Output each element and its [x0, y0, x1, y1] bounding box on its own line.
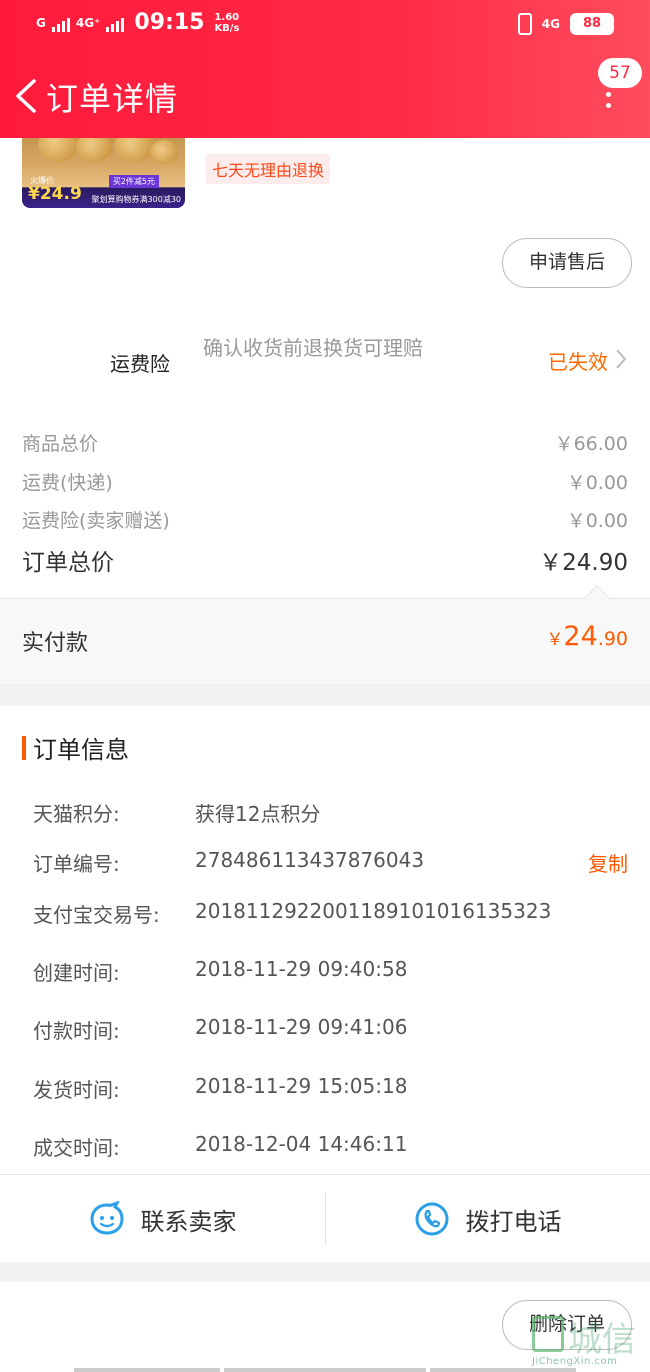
order-info-title: 订单信息: [33, 736, 129, 764]
signal-icon: [51, 14, 70, 32]
price-value: ￥66.00: [554, 432, 628, 455]
section-accent-bar: [22, 736, 26, 760]
info-value: 2018-11-29 15:05:18: [195, 1074, 408, 1098]
message-count-badge[interactable]: 57: [598, 58, 642, 88]
info-value: 278486113437876043: [195, 848, 425, 872]
product-promo-tag: 买2件减5元: [108, 175, 159, 188]
order-info-section: 订单信息 天猫积分: 获得12点积分 订单编号: 278486113437876…: [0, 706, 650, 1174]
price-label: 运费(快递): [22, 471, 113, 494]
cookie-shape: [114, 138, 154, 162]
watermark: 城信 JiChengXin.com: [528, 1310, 644, 1370]
info-value: 2018-11-29 09:41:06: [195, 1015, 408, 1039]
watermark-text: 城信: [568, 1320, 636, 1360]
phone-icon: [415, 1202, 448, 1236]
actual-payment-value: ￥24.90: [546, 621, 628, 652]
app-header: G 4G⁺ 09:15 1.60 KB/s 4G 88 订单详情 57: [0, 0, 650, 138]
freight-insurance-row[interactable]: 运费险 确认收货前退换货可理赔 已失效: [0, 298, 650, 408]
product-card: 火爆价 买2件减5元 ¥24.9 聚划算购物券满300减30 七天无理由退换 申…: [0, 138, 650, 298]
chevron-right-icon: [616, 349, 627, 369]
price-row-order-total: 订单总价 ￥24.90: [22, 541, 628, 579]
info-key: 天猫积分:: [33, 802, 120, 826]
signal-icon-2: [106, 14, 125, 32]
info-value: 2018-12-04 14:46:11: [195, 1132, 408, 1156]
insurance-label: 运费险: [110, 352, 170, 376]
currency-symbol: ￥: [546, 630, 564, 650]
info-key: 创建时间:: [33, 961, 120, 985]
price-row-goods: 商品总价 ￥66.00: [22, 423, 628, 461]
price-value: ￥0.00: [566, 509, 628, 532]
speed-unit: KB/s: [214, 22, 240, 34]
info-key: 发货时间:: [33, 1078, 120, 1102]
apply-after-sale-button[interactable]: 申请售后: [502, 238, 632, 288]
clock: 09:15: [134, 10, 205, 35]
info-key: 成交时间:: [33, 1136, 120, 1160]
back-arrow-icon[interactable]: [12, 78, 42, 114]
info-key: 订单编号:: [33, 852, 120, 876]
watermark-logo-icon: [532, 1316, 564, 1352]
contact-bar: 联系卖家 拨打电话: [0, 1174, 650, 1262]
return-policy-badge: 七天无理由退换: [206, 154, 331, 184]
cookie-shape: [76, 138, 112, 162]
network-type-left: 4G⁺: [75, 15, 101, 30]
insurance-description: 确认收货前退换货可理赔: [203, 336, 423, 360]
chat-bubble-icon: [89, 1201, 124, 1235]
contact-seller-label: 联系卖家: [140, 1207, 237, 1236]
info-key: 支付宝交易号:: [33, 903, 160, 927]
product-price: ¥24.9: [28, 184, 82, 204]
price-label: 运费险(卖家赠送): [22, 509, 170, 532]
call-phone-button[interactable]: 拨打电话: [325, 1175, 650, 1263]
info-row-created-time: 创建时间: 2018-11-29 09:40:58: [33, 957, 628, 987]
info-row-paid-time: 付款时间: 2018-11-29 09:41:06: [33, 1015, 628, 1045]
info-value: 2018-11-29 09:40:58: [195, 957, 408, 981]
price-label: 商品总价: [22, 432, 99, 455]
price-row-shipping: 运费(快递) ￥0.00: [22, 462, 628, 500]
price-summary: 商品总价 ￥66.00 运费(快递) ￥0.00 运费险(卖家赠送) ￥0.00…: [0, 408, 650, 598]
product-image[interactable]: 火爆价 买2件减5元 ¥24.9 聚划算购物券满300减30: [22, 138, 185, 208]
order-total-label: 订单总价: [22, 550, 114, 576]
amount-integer: 24: [563, 621, 598, 652]
cookie-shape: [150, 140, 178, 164]
info-row-shipped-time: 发货时间: 2018-11-29 15:05:18: [33, 1074, 628, 1104]
carrier-label: G: [36, 15, 46, 30]
actual-payment-label: 实付款: [22, 631, 89, 656]
call-phone-label: 拨打电话: [465, 1207, 562, 1236]
order-total-value: ￥24.90: [539, 550, 628, 576]
price-value: ￥0.00: [566, 471, 628, 494]
actual-payment-row: 实付款 ￥24.90: [0, 585, 650, 684]
vibrate-icon: [517, 13, 532, 35]
more-menu-icon[interactable]: [606, 92, 612, 112]
info-value: 获得12点积分: [195, 802, 321, 826]
battery-icon: 88: [570, 13, 614, 35]
bottom-indicator: [74, 1368, 220, 1372]
product-coupon-tag: 聚划算购物券满300减30: [91, 195, 181, 204]
watermark-url: JiChengXin.com: [532, 1356, 618, 1367]
info-row-order-number: 订单编号: 278486113437876043 复制: [33, 848, 628, 878]
status-bar: G 4G⁺ 09:15 1.60 KB/s 4G 88: [0, 0, 650, 50]
page-title: 订单详情: [46, 80, 179, 118]
copy-order-number-button[interactable]: 复制: [588, 848, 628, 877]
cookie-shape: [38, 138, 78, 162]
info-row-points: 天猫积分: 获得12点积分: [33, 798, 628, 828]
contact-seller-button[interactable]: 联系卖家: [0, 1175, 325, 1263]
amount-decimal: .90: [597, 628, 628, 650]
network-speed: 1.60 KB/s: [214, 12, 239, 34]
insurance-status: 已失效: [548, 350, 608, 374]
info-row-completed-time: 成交时间: 2018-12-04 14:46:11: [33, 1132, 628, 1162]
price-row-insurance: 运费险(卖家赠送) ￥0.00: [22, 500, 628, 538]
bottom-indicator: [224, 1368, 426, 1372]
info-value: 2018112922001189101016135323: [195, 899, 552, 923]
network-type-right: 4G: [541, 17, 560, 31]
info-key: 付款时间:: [33, 1019, 120, 1043]
speed-value: 1.60: [214, 11, 240, 23]
info-row-alipay-number: 支付宝交易号: 2018112922001189101016135323: [33, 899, 628, 929]
